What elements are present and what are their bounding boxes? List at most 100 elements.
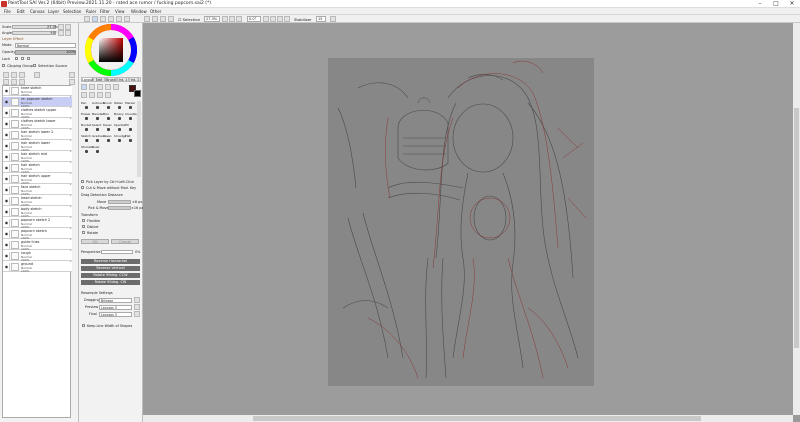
lock-transparency-icon[interactable] [15, 57, 18, 60]
eyedropper-icon[interactable] [105, 92, 111, 98]
layer-row[interactable]: ◉ clothes sketch lower Normal 100% [3, 119, 72, 130]
tool-button[interactable]: Binary [114, 112, 125, 123]
visibility-eye-icon[interactable]: ◉ [4, 87, 10, 95]
visibility-eye-icon[interactable]: ◉ [4, 241, 10, 249]
menu-edit[interactable]: Edit [17, 9, 25, 14]
tab-int1[interactable]: Int. 1 [117, 77, 129, 82]
zoom-down-icon[interactable] [222, 16, 228, 22]
vertical-scroll-thumb[interactable] [794, 108, 799, 348]
layer-row[interactable]: ◉ hair sketch lower Normal 100% [3, 141, 72, 152]
tab-brush[interactable]: Brush [105, 77, 117, 82]
hand-tool-icon[interactable] [89, 92, 95, 98]
tool-button[interactable]: Blur [103, 112, 114, 123]
layer-row[interactable]: ◉ body sketch Normal 100% [3, 207, 72, 218]
layer-row[interactable]: ◉ popcorn sketch 2 Normal 100% [3, 218, 72, 229]
layer-row[interactable]: ◉ re: popcorn sketch Normal 100% [3, 97, 72, 108]
layer-row[interactable]: ◉ hair sketch upper Normal 100% [3, 174, 72, 185]
new-layer-icon[interactable] [3, 72, 9, 78]
zoom-reset-icon[interactable] [236, 16, 242, 22]
layer-row[interactable]: ◉ knee sketch Normal 100% [3, 86, 72, 97]
delete-layer-icon[interactable] [69, 72, 75, 78]
tool-grid-scrollbar[interactable] [137, 101, 141, 177]
tool-button[interactable]: Desel [103, 123, 114, 134]
layer-row[interactable]: ◉ clothes sketch upper Normal 100% [3, 108, 72, 119]
layer-row[interactable]: ◉ ground Normal 100% [3, 262, 72, 273]
zoom-field[interactable]: 27.3% [204, 16, 220, 22]
layer-row[interactable]: ◉ hair sketch mid Normal 100% [3, 152, 72, 163]
new-linework-icon[interactable] [11, 72, 17, 78]
tool-button[interactable]: Brush [103, 101, 114, 112]
visibility-eye-icon[interactable]: ◉ [4, 263, 10, 271]
show-selection-icon[interactable] [116, 16, 122, 22]
invert-selection-icon[interactable] [108, 16, 114, 22]
undo-icon[interactable] [84, 16, 90, 22]
pick-move-slider[interactable] [108, 205, 131, 210]
visibility-eye-icon[interactable]: ◉ [4, 98, 10, 106]
menu-selection[interactable]: Selection [63, 9, 81, 14]
visibility-eye-icon[interactable]: ◉ [4, 142, 10, 150]
visibility-eye-icon[interactable]: ◉ [4, 252, 10, 260]
lock-paint-icon[interactable] [21, 57, 24, 60]
selection-checkbox-icon[interactable]: ☐ [178, 17, 181, 22]
clipping-group-checkbox[interactable] [2, 64, 5, 67]
horizontal-scroll-thumb[interactable] [253, 416, 701, 421]
rotate-cw-icon[interactable] [270, 16, 276, 22]
rotate-reset-icon[interactable] [277, 16, 283, 22]
crop-icon[interactable] [124, 16, 130, 22]
tab-int2[interactable]: Int. 2 [129, 77, 141, 82]
tool-button[interactable]: Gradient [92, 134, 105, 145]
tool-button[interactable]: Sparkle [114, 123, 125, 134]
stabilizer-options-icon[interactable] [330, 16, 336, 22]
menu-view[interactable]: View [115, 9, 125, 14]
rotate-field[interactable]: 0.0° [247, 16, 261, 22]
move-distance-slider[interactable] [108, 199, 131, 204]
flip-horizontal-icon[interactable] [65, 30, 71, 36]
layer-row[interactable]: ◉ guide lines Normal 100% [3, 240, 72, 251]
layer-row[interactable]: ◉ face sketch Normal 100% [3, 185, 72, 196]
visibility-eye-icon[interactable]: ◉ [4, 153, 10, 161]
menu-ruler[interactable]: Ruler [86, 9, 96, 14]
canvas-paper[interactable] [328, 58, 594, 386]
background-color-swatch[interactable] [134, 90, 141, 97]
tool-button[interactable]: Sfumato [81, 145, 94, 156]
tool-button[interactable]: Select [92, 123, 103, 134]
zoom-in-icon[interactable] [152, 16, 158, 22]
select-rect-icon[interactable] [89, 84, 95, 90]
text-icon[interactable] [113, 84, 119, 90]
lock-move-icon[interactable] [27, 57, 30, 60]
cancel-button[interactable]: Cancel [111, 239, 139, 244]
fit-view-icon[interactable] [160, 16, 166, 22]
merge-down-icon[interactable] [34, 72, 40, 78]
visibility-eye-icon[interactable]: ◉ [4, 164, 10, 172]
rotate-tool-icon[interactable] [97, 92, 103, 98]
blend-mode-select[interactable]: Normal [15, 42, 76, 48]
horizontal-scrollbar[interactable] [143, 415, 793, 422]
visibility-eye-icon[interactable]: ◉ [4, 186, 10, 194]
visibility-eye-icon[interactable]: ◉ [4, 230, 10, 238]
preview-dropdown-icon[interactable] [134, 304, 140, 310]
color-wheel[interactable] [85, 24, 137, 76]
tool-button[interactable]: Cloudburst [125, 112, 141, 123]
tool-button[interactable]: Smudge [114, 134, 126, 145]
tool-button[interactable]: Lasso [103, 134, 114, 145]
tool-button[interactable]: Water [114, 101, 125, 112]
visibility-eye-icon[interactable]: ◉ [4, 208, 10, 216]
menu-layer[interactable]: Layer [48, 9, 59, 14]
ok-button[interactable]: OK [81, 239, 109, 244]
zoom-tool-icon[interactable] [81, 92, 87, 98]
menu-window[interactable]: Window [131, 9, 147, 14]
maximize-button[interactable]: □ [768, 0, 784, 8]
layer-row[interactable]: ◉ head sketch Normal 100% [3, 196, 72, 207]
tool-button[interactable]: Fill [125, 123, 136, 134]
move-tool-icon[interactable] [81, 84, 87, 90]
tool-button[interactable]: Flat [125, 134, 136, 145]
lasso-icon[interactable] [97, 84, 103, 90]
rotate-ccw-button[interactable]: Rotate 90deg. CCW [81, 273, 140, 278]
dragging-dropdown-icon[interactable] [134, 297, 140, 303]
final-dropdown-icon[interactable] [134, 311, 140, 317]
close-button[interactable]: ✕ [784, 0, 800, 8]
rotate-ccw-icon[interactable] [263, 16, 269, 22]
tool-button[interactable]: Marker [125, 101, 136, 112]
menu-file[interactable]: File [4, 9, 11, 14]
visibility-eye-icon[interactable]: ◉ [4, 197, 10, 205]
